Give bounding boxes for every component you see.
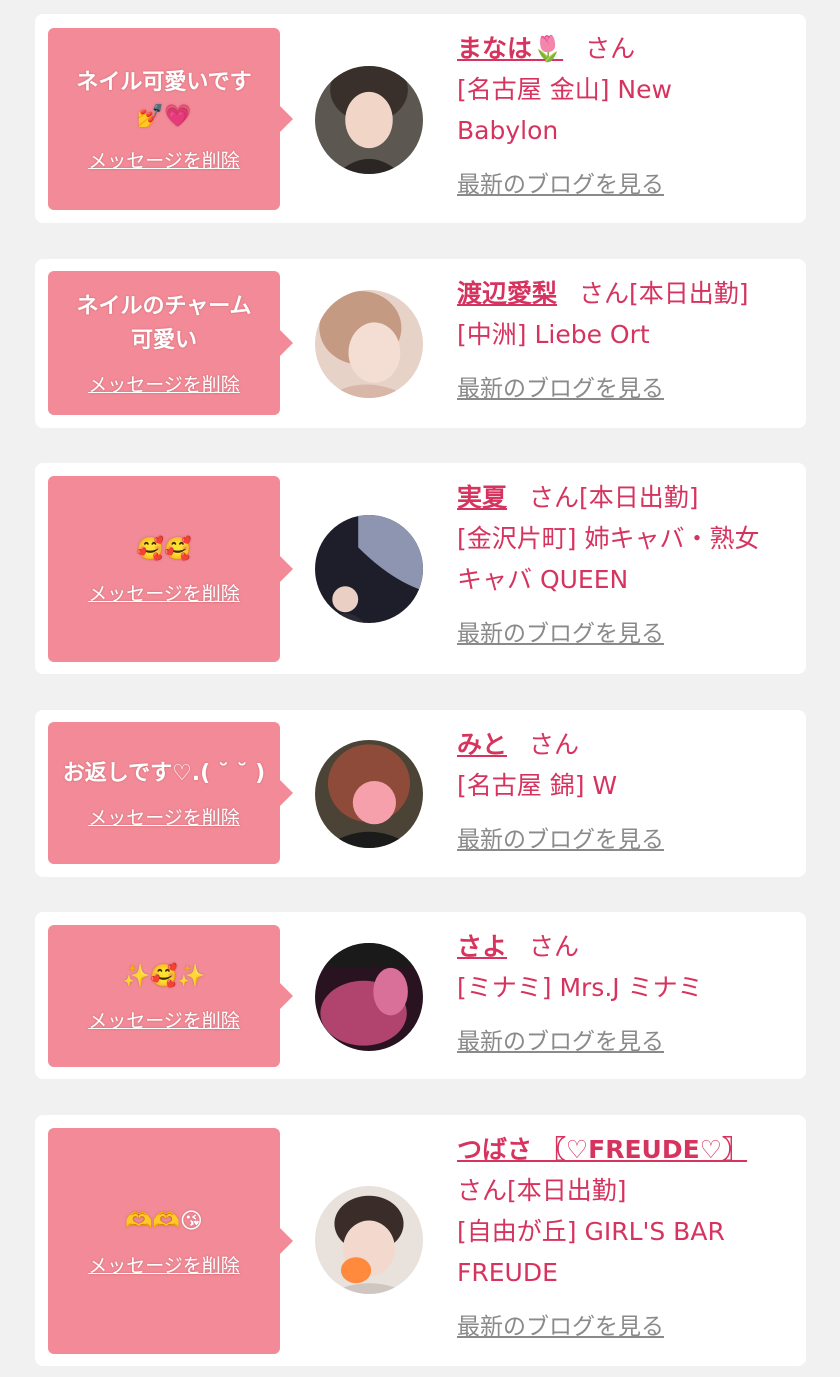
avatar[interactable] — [315, 740, 423, 848]
message-text: 🫶🫶😘 — [125, 1208, 203, 1234]
shop-line: [名古屋 錦] W — [457, 771, 618, 800]
profile-info: つばさ 〖♡FREUDE♡〗 さん[本日出勤] [自由が丘] GIRL'S BA… — [457, 1129, 797, 1348]
shop-line: [ミナミ] Mrs.J ミナミ — [457, 973, 703, 1002]
message-bubble: ✨🥰✨ メッセージを削除 — [48, 925, 293, 1067]
message-card: 🥰🥰 メッセージを削除 実夏 さん[本日出勤] [金沢片町] 姉キャバ・熟女 キャ… — [35, 463, 806, 674]
latest-blog-link[interactable]: 最新のブログを見る — [457, 1307, 664, 1348]
latest-blog-link[interactable]: 最新のブログを見る — [457, 614, 664, 655]
message-text: ネイル可愛いです — [76, 69, 252, 95]
message-text: ネイルのチャーム — [76, 293, 252, 319]
message-card: ✨🥰✨ メッセージを削除 さよ さん [ミナミ] Mrs.J ミナミ 最新のブログ… — [35, 912, 806, 1079]
shop-line: FREUDE — [457, 1258, 558, 1287]
message-text: 💅💗 — [136, 103, 192, 129]
latest-blog-link[interactable]: 最新のブログを見る — [457, 165, 664, 206]
latest-blog-link[interactable]: 最新のブログを見る — [457, 369, 664, 410]
name-line: つばさ 〖♡FREUDE♡〗 — [457, 1129, 797, 1170]
honorific: さん — [529, 932, 580, 961]
honorific: さん — [529, 483, 580, 512]
message-bubble: 🫶🫶😘 メッセージを削除 — [48, 1128, 293, 1354]
message-card: お返しです♡.( ˘ ˘ ) メッセージを削除 みと さん [名古屋 錦] W 最… — [35, 710, 806, 877]
message-card: 🫶🫶😘 メッセージを削除 つばさ 〖♡FREUDE♡〗 さん[本日出勤] [自由… — [35, 1115, 806, 1366]
delete-message-link[interactable]: メッセージを削除 — [88, 579, 240, 606]
shop-line: Babylon — [457, 116, 559, 145]
shop-line: キャバ QUEEN — [457, 565, 629, 594]
latest-blog-link[interactable]: 最新のブログを見る — [457, 1022, 664, 1063]
shop-line: [中洲] Liebe Ort — [457, 320, 650, 349]
work-status: [本日出勤] — [629, 279, 749, 308]
girl-name-link[interactable]: 渡辺愛梨 — [457, 279, 557, 308]
avatar[interactable] — [315, 290, 423, 398]
profile-info: 実夏 さん[本日出勤] [金沢片町] 姉キャバ・熟女 キャバ QUEEN 最新のブ… — [457, 477, 797, 655]
delete-message-link[interactable]: メッセージを削除 — [88, 1251, 240, 1278]
work-status: [本日出勤] — [507, 1176, 627, 1205]
message-bubble: ネイル可愛いです 💅💗 メッセージを削除 — [48, 28, 293, 210]
name-line: さよ さん — [457, 926, 797, 967]
girl-name-link[interactable]: さよ — [457, 932, 507, 961]
honorific: さん — [585, 34, 636, 63]
message-text: お返しです♡.( ˘ ˘ ) — [62, 760, 266, 786]
message-card: ネイルのチャーム 可愛い メッセージを削除 渡辺愛梨 さん[本日出勤] [中洲] … — [35, 259, 806, 428]
girl-name-link[interactable]: 実夏 — [457, 483, 507, 512]
delete-message-link[interactable]: メッセージを削除 — [88, 803, 240, 830]
avatar[interactable] — [315, 515, 423, 623]
message-text: 可愛い — [130, 327, 197, 353]
shop-line: [自由が丘] GIRL'S BAR — [457, 1217, 725, 1246]
name-line-cont: さん[本日出勤] — [457, 1170, 797, 1211]
message-bubble: ネイルのチャーム 可愛い メッセージを削除 — [48, 271, 293, 415]
shop-line: [名古屋 金山] New — [457, 75, 672, 104]
name-line: みと さん — [457, 724, 797, 765]
latest-blog-link[interactable]: 最新のブログを見る — [457, 820, 664, 861]
girl-name-link[interactable]: つばさ 〖♡FREUDE♡〗 — [457, 1135, 747, 1164]
name-line: まなは🌷 さん — [457, 28, 797, 69]
girl-name-link[interactable]: みと — [457, 730, 507, 759]
honorific: さん — [579, 279, 630, 308]
message-text: 🥰🥰 — [136, 536, 192, 562]
honorific: さん — [457, 1176, 508, 1205]
message-list: ネイル可愛いです 💅💗 メッセージを削除 まなは🌷 さん [名古屋 金山] New… — [0, 0, 840, 1377]
honorific: さん — [529, 730, 580, 759]
name-line: 実夏 さん[本日出勤] — [457, 477, 797, 518]
profile-info: 渡辺愛梨 さん[本日出勤] [中洲] Liebe Ort 最新のブログを見る — [457, 273, 797, 410]
shop-line: [金沢片町] 姉キャバ・熟女 — [457, 524, 760, 553]
work-status: [本日出勤] — [579, 483, 699, 512]
profile-info: まなは🌷 さん [名古屋 金山] New Babylon 最新のブログを見る — [457, 28, 797, 206]
message-bubble: お返しです♡.( ˘ ˘ ) メッセージを削除 — [48, 722, 293, 864]
delete-message-link[interactable]: メッセージを削除 — [88, 1006, 240, 1033]
profile-info: さよ さん [ミナミ] Mrs.J ミナミ 最新のブログを見る — [457, 926, 797, 1063]
message-bubble: 🥰🥰 メッセージを削除 — [48, 476, 293, 662]
delete-message-link[interactable]: メッセージを削除 — [88, 146, 240, 173]
name-line: 渡辺愛梨 さん[本日出勤] — [457, 273, 797, 314]
girl-name-link[interactable]: まなは🌷 — [457, 34, 563, 63]
message-card: ネイル可愛いです 💅💗 メッセージを削除 まなは🌷 さん [名古屋 金山] New… — [35, 14, 806, 223]
avatar[interactable] — [315, 66, 423, 174]
delete-message-link[interactable]: メッセージを削除 — [88, 370, 240, 397]
profile-info: みと さん [名古屋 錦] W 最新のブログを見る — [457, 724, 797, 861]
message-text: ✨🥰✨ — [122, 963, 206, 989]
avatar[interactable] — [315, 943, 423, 1051]
avatar[interactable] — [315, 1186, 423, 1294]
